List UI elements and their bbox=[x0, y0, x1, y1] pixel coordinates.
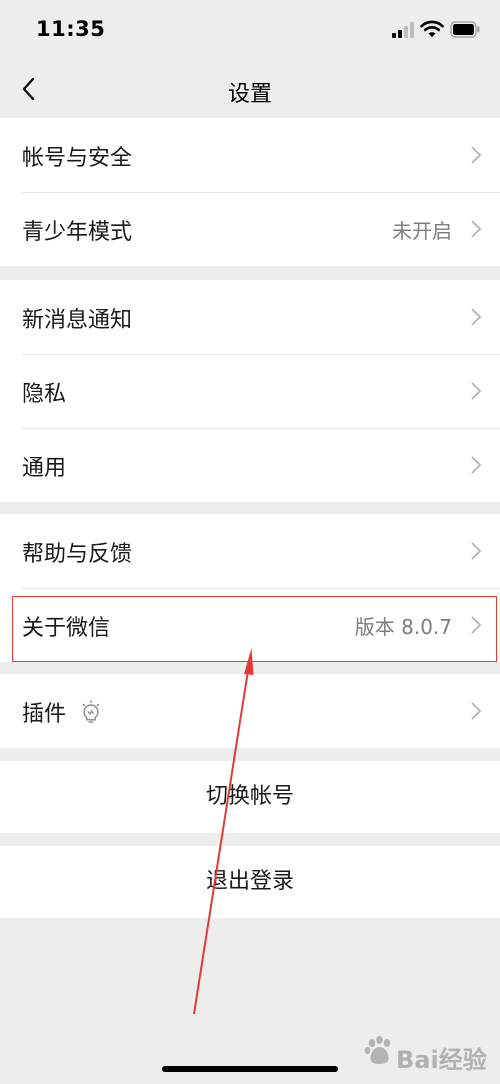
paw-icon bbox=[364, 1036, 391, 1064]
chevron-right-icon bbox=[471, 702, 482, 720]
page-title: 设置 bbox=[227, 82, 272, 107]
settings-item-label: 新消息通知 bbox=[22, 308, 133, 333]
annotation-highlight-box bbox=[12, 596, 497, 662]
bulb-icon bbox=[82, 700, 100, 723]
switch-account-button[interactable]: 切换帐号 bbox=[0, 761, 500, 833]
home-indicator bbox=[162, 1066, 338, 1072]
wifi-icon bbox=[420, 20, 444, 38]
chevron-right-icon bbox=[471, 308, 482, 326]
settings-item-label: 帮助与反馈 bbox=[22, 542, 133, 567]
cellular-signal-icon bbox=[392, 22, 416, 38]
battery-icon bbox=[450, 21, 480, 38]
settings-item-label: 帐号与安全 bbox=[22, 146, 133, 171]
logout-button[interactable]: 退出登录 bbox=[0, 846, 500, 918]
settings-group-plugins: 插件 bbox=[0, 674, 500, 748]
settings-group-account: 帐号与安全 青少年模式 未开启 bbox=[0, 118, 500, 266]
settings-item-label: 青少年模式 bbox=[22, 220, 133, 245]
settings-item-notifications[interactable]: 新消息通知 bbox=[0, 280, 500, 354]
settings-item-account-security[interactable]: 帐号与安全 bbox=[0, 118, 500, 192]
logout-label: 退出登录 bbox=[205, 869, 294, 894]
chevron-right-icon bbox=[471, 220, 482, 238]
settings-item-label: 隐私 bbox=[22, 382, 67, 407]
chevron-right-icon bbox=[471, 456, 482, 474]
settings-item-label: 插件 bbox=[22, 702, 67, 727]
status-bar: 11:35 bbox=[0, 0, 500, 60]
settings-item-teen-mode[interactable]: 青少年模式 未开启 bbox=[0, 192, 500, 266]
chevron-right-icon bbox=[471, 542, 482, 560]
settings-item-help-feedback[interactable]: 帮助与反馈 bbox=[0, 514, 500, 588]
switch-account-label: 切换帐号 bbox=[205, 784, 294, 809]
watermark: Bai经验 bbox=[362, 1026, 492, 1080]
settings-group-general: 新消息通知 隐私 通用 bbox=[0, 280, 500, 502]
navigation-bar: 设置 bbox=[0, 60, 500, 118]
settings-item-label: 通用 bbox=[22, 456, 67, 481]
chevron-right-icon bbox=[471, 382, 482, 400]
teen-mode-status: 未开启 bbox=[392, 219, 452, 243]
chevron-right-icon bbox=[471, 146, 482, 164]
settings-item-privacy[interactable]: 隐私 bbox=[0, 354, 500, 428]
settings-item-general[interactable]: 通用 bbox=[0, 428, 500, 502]
settings-item-plugins[interactable]: 插件 bbox=[0, 674, 500, 748]
watermark-text: Bai经验 bbox=[396, 1046, 487, 1074]
status-time: 11:35 bbox=[36, 17, 106, 41]
